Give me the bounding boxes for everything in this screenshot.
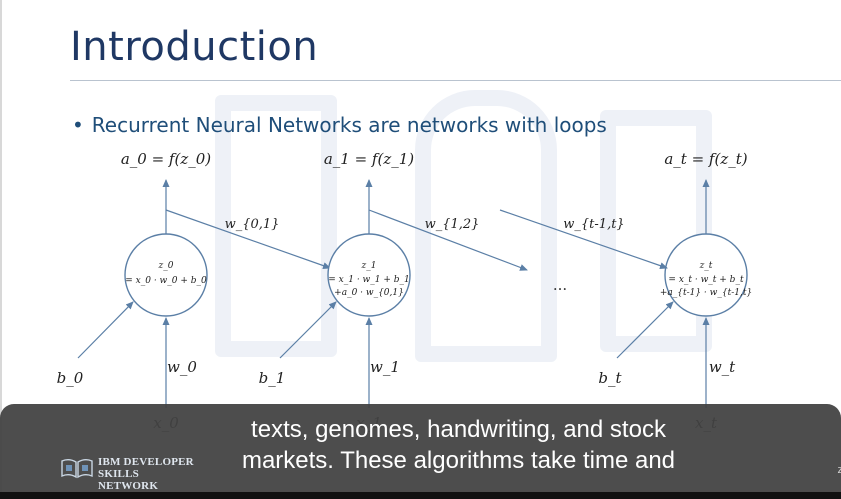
slide: Introduction • Recurrent Neural Networks …	[0, 0, 841, 499]
brand-line: IBM DEVELOPER	[98, 456, 194, 468]
player-bottom-edge	[0, 492, 841, 499]
ibm-developer-logo-icon	[61, 459, 93, 479]
recurrent-weight-label: w_{0,1}	[225, 217, 280, 232]
node-equation: +a_{t-1} · w_{t-1,t}	[660, 288, 752, 298]
subtitle-bar: texts, genomes, handwriting, and stock m…	[0, 404, 841, 492]
page-number-fragment: z	[837, 464, 841, 476]
bias-arrow	[279, 301, 337, 359]
node-z-label: z_1	[361, 261, 377, 271]
node-z-label: z_0	[158, 261, 174, 271]
bias-arrow	[77, 301, 134, 359]
input-weight-label: w_t	[709, 358, 736, 376]
output-label: a_1 = f(z_1)	[324, 150, 414, 168]
recurrent-weight-label: w_{t-1,t}	[563, 217, 624, 232]
output-label: a_0 = f(z_0)	[121, 150, 211, 168]
brand-line: SKILLS NETWORK	[98, 468, 159, 492]
node-equation: +a_0 · w_{0,1}	[334, 288, 404, 298]
node-equation: = x_t · w_t + b_t	[668, 275, 744, 285]
recurrent-weight-label: w_{1,2}	[425, 217, 480, 232]
node-equation: = x_1 · w_1 + b_1	[328, 275, 409, 285]
ibm-developer-wordmark: IBM DEVELOPER SKILLS NETWORK	[98, 456, 200, 492]
ibm-developer-logo: IBM DEVELOPER SKILLS NETWORK	[60, 455, 200, 492]
bias-label: b_0	[57, 369, 84, 387]
output-label: a_t = f(z_t)	[664, 150, 747, 168]
input-weight-label: w_1	[370, 358, 400, 376]
bias-label: b_t	[598, 369, 622, 387]
neuron-node	[124, 233, 208, 317]
bias-label: b_1	[259, 369, 286, 387]
node-z-label: z_t	[699, 261, 713, 271]
input-weight-label: w_0	[167, 358, 197, 376]
subtitle-line: texts, genomes, handwriting, and stock	[251, 416, 666, 443]
bias-arrow	[616, 301, 674, 359]
ellipsis: ...	[553, 276, 567, 294]
node-equation: = x_0 · w_0 + b_0	[125, 276, 207, 286]
